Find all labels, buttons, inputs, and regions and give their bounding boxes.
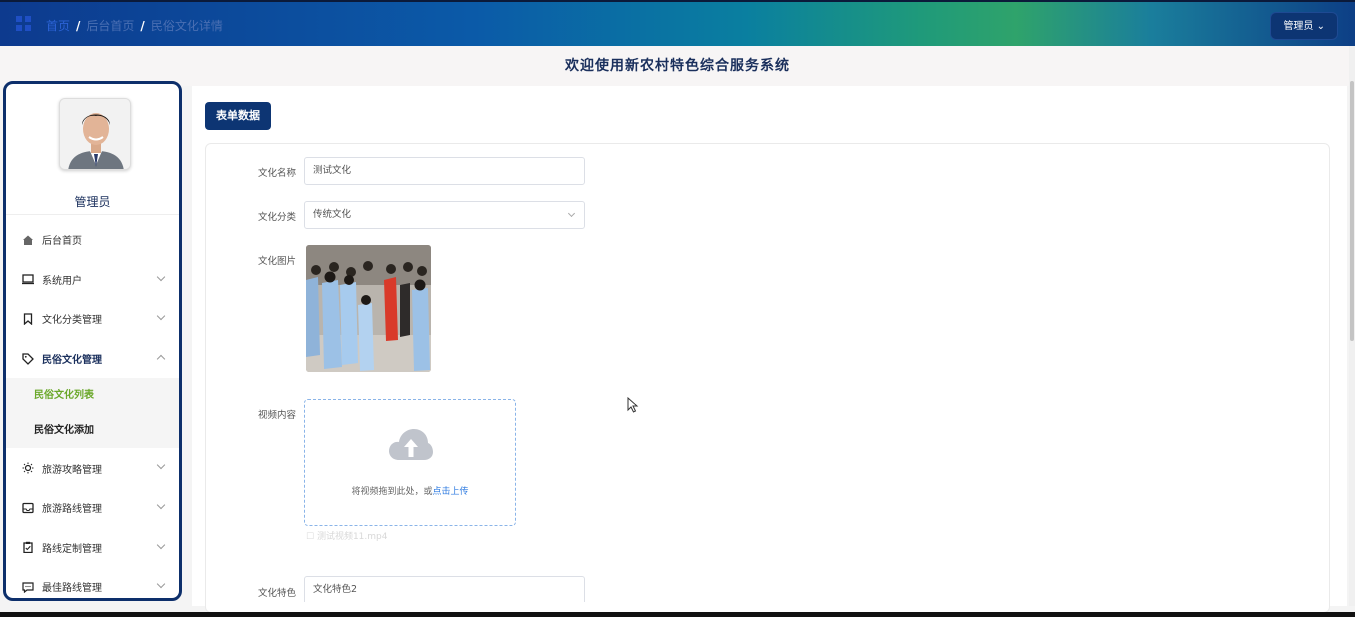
upload-hint: 将视频拖到此处，或点击上传 [305, 484, 515, 497]
video-upload-dropzone[interactable]: 将视频拖到此处，或点击上传 [304, 399, 516, 526]
document-icon: ☐ [306, 532, 317, 542]
sidebar-menu: 后台首页 系统用户 文化分类管理 民俗文化管理 民俗文化列表 民俗文化添加 旅游… [6, 220, 179, 598]
sidebar-item-label: 系统用户 [42, 275, 82, 287]
sidebar-item-label: 后台首页 [42, 236, 82, 248]
scrollbar-thumb[interactable] [1350, 81, 1354, 341]
chevron-down-icon [156, 272, 166, 281]
sidebar-item-label: 民俗文化管理 [42, 355, 102, 367]
culture-image [306, 245, 431, 372]
bookmark-icon [23, 313, 33, 325]
sidebar-item-folk-culture[interactable]: 民俗文化管理 [6, 339, 179, 379]
chevron-down-icon [156, 500, 166, 510]
window-bottom-edge [0, 612, 1355, 617]
submenu-item-folk-culture-add[interactable]: 民俗文化添加 [6, 413, 179, 448]
culture-category-select[interactable]: 传统文化 [304, 201, 585, 229]
admin-dropdown-button[interactable]: 管理员 ⌄ [1270, 12, 1338, 40]
divider [6, 214, 179, 215]
sidebar-item-label: 旅游攻略管理 [42, 464, 102, 476]
clipboard-icon [23, 542, 33, 554]
welcome-title: 欢迎使用新农村特色综合服务系统 [565, 58, 790, 74]
breadcrumb-separator: / [140, 18, 145, 33]
grid-menu-icon[interactable] [16, 16, 31, 31]
username: 管理员 [74, 195, 111, 209]
chevron-down-icon [156, 579, 166, 589]
sidebar-item-travel-route[interactable]: 旅游路线管理 [6, 488, 179, 528]
sidebar-item-label: 旅游路线管理 [42, 504, 102, 516]
culture-feature-field[interactable]: 文化特色2 [304, 576, 585, 602]
cloud-upload-icon [389, 429, 433, 460]
inbox-icon [22, 502, 34, 513]
sidebar-item-culture-category[interactable]: 文化分类管理 [6, 299, 179, 339]
chevron-down-icon [156, 540, 166, 549]
chevron-down-icon [156, 311, 166, 321]
sidebar-item-route-custom[interactable]: 路线定制管理 [6, 528, 179, 568]
tab-form-data[interactable]: 表单数据 [205, 102, 271, 130]
culture-feature-label: 文化特色 [257, 588, 296, 599]
sidebar: 管理员 后台首页 系统用户 文化分类管理 民俗文化管理 民俗文化列表 民俗文化添… [3, 81, 182, 601]
chevron-down-icon [567, 209, 576, 218]
breadcrumb-home[interactable]: 首页 [46, 17, 70, 34]
mouse-cursor-icon [627, 397, 639, 413]
sidebar-item-label: 路线定制管理 [42, 543, 102, 555]
submenu-item-folk-culture-list[interactable]: 民俗文化列表 [6, 378, 179, 413]
monitor-icon [22, 274, 34, 285]
avatar [59, 98, 131, 170]
chevron-down-icon [156, 461, 166, 470]
chevron-up-icon [156, 354, 166, 364]
breadcrumb-current: 民俗文化详情 [150, 19, 223, 33]
home-icon [23, 235, 33, 245]
culture-category-label: 文化分类 [257, 212, 296, 223]
page-scrollbar[interactable] [1349, 46, 1355, 606]
sidebar-item-dashboard[interactable]: 后台首页 [6, 220, 179, 260]
submenu-folk-culture: 民俗文化列表 民俗文化添加 [6, 378, 179, 449]
culture-name-label: 文化名称 [257, 168, 296, 179]
culture-name-field[interactable]: 测试文化 [304, 157, 585, 185]
sidebar-item-best-route[interactable]: 最佳路线管理 [6, 567, 179, 598]
sidebar-item-label: 文化分类管理 [42, 315, 102, 327]
upload-hint-text: 将视频拖到此处，或 [351, 487, 433, 497]
sidebar-item-travel-guide[interactable]: 旅游攻略管理 [6, 448, 179, 488]
culture-category-value: 传统文化 [313, 209, 352, 220]
upload-link[interactable]: 点击上传 [433, 487, 469, 497]
sidebar-item-label: 最佳路线管理 [42, 583, 102, 595]
top-navbar: 首页 / 后台首页 / 民俗文化详情 管理员 ⌄ [0, 0, 1355, 46]
video-content-label: 视频内容 [257, 410, 296, 421]
breadcrumb: 首页 / 后台首页 / 民俗文化详情 [46, 17, 223, 34]
tag-icon [22, 352, 34, 365]
uploaded-file-item[interactable]: ☐ 测试视频11.mp4 [306, 529, 387, 542]
culture-image-label: 文化图片 [257, 256, 296, 267]
breadcrumb-separator: / [76, 18, 81, 33]
sun-icon [22, 462, 34, 474]
sidebar-item-system-users[interactable]: 系统用户 [6, 260, 179, 300]
breadcrumb-dashboard[interactable]: 后台首页 [86, 17, 134, 34]
message-icon [22, 582, 34, 593]
uploaded-file-name: 测试视频11.mp4 [316, 532, 388, 542]
